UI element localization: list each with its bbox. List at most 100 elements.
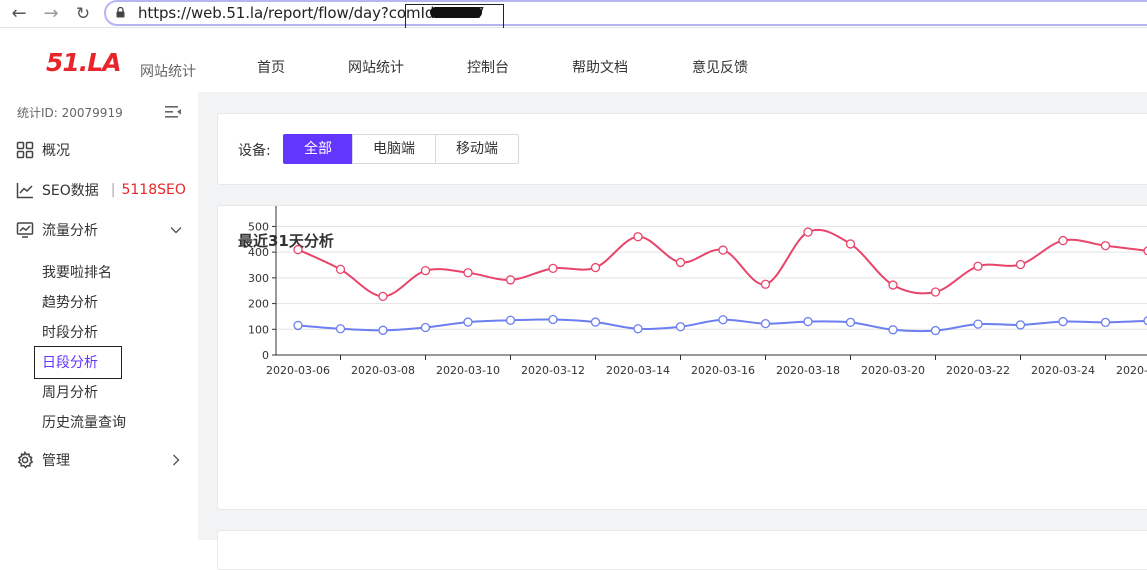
annotation-box-daily [34, 346, 122, 379]
line-chart-icon [16, 181, 34, 199]
collapse-menu-icon[interactable] [164, 104, 182, 120]
x-tick-label: 2020-03-26 [1116, 364, 1147, 377]
reload-icon[interactable]: ↻ [72, 3, 94, 25]
data-point-series-1 [718, 245, 728, 255]
data-point-series-2 [548, 314, 558, 325]
x-tick-label: 2020-03-20 [861, 364, 925, 377]
sidebar-item-overview[interactable]: 概况 [16, 138, 70, 162]
data-point-series-2 [420, 322, 431, 333]
sidebar-item-traffic[interactable]: 流量分析 [16, 218, 98, 242]
sidebar: 统计ID: 20079919 概况 SEO数据 | 5118SEO 流量分析 我… [0, 92, 198, 540]
lock-icon [116, 7, 125, 18]
data-point-series-1 [675, 257, 686, 268]
sidebar-item-manage[interactable]: 管理 [16, 448, 70, 472]
data-point-series-2 [1058, 316, 1068, 327]
sidebar-item-seo[interactable]: SEO数据 | 5118SEO [16, 178, 186, 202]
data-point-series-1 [335, 264, 346, 275]
y-tick-label: 200 [248, 298, 269, 311]
data-point-series-1 [378, 291, 388, 302]
y-tick-label: 300 [248, 272, 269, 285]
y-tick-label: 0 [262, 349, 269, 362]
data-point-series-1 [1100, 241, 1111, 251]
data-point-series-1 [505, 275, 516, 285]
data-point-series-2 [293, 320, 303, 331]
data-point-series-2 [803, 316, 813, 327]
seo-5118-link[interactable]: 5118SEO [121, 182, 185, 198]
separator: | [110, 182, 116, 198]
data-point-series-1 [803, 227, 813, 237]
device-filter-card: 设备: 全部 电脑端 移动端 [217, 113, 1147, 185]
sidebar-item-label: SEO数据 [42, 183, 99, 199]
data-point-series-1 [973, 261, 983, 271]
site-header: 51.LA 网站统计 首页 网站统计 控制台 帮助文档 意见反馈 [0, 28, 1147, 92]
device-label: 设备: [238, 143, 271, 159]
device-option-desktop[interactable]: 电脑端 [352, 134, 436, 164]
gear-icon [16, 451, 34, 469]
site-id: 统计ID: 20079919 [17, 106, 123, 120]
x-tick-label: 2020-03-10 [436, 364, 500, 377]
data-point-series-2 [973, 319, 983, 329]
data-point-series-2 [675, 322, 686, 332]
device-option-mobile[interactable]: 移动端 [435, 134, 519, 164]
topnav-console[interactable]: 控制台 [467, 57, 509, 77]
device-option-all[interactable]: 全部 [283, 134, 353, 164]
data-point-series-2 [463, 317, 473, 327]
x-tick-label: 2020-03-12 [521, 364, 585, 377]
next-card [217, 530, 1147, 570]
grid-icon [16, 141, 34, 159]
sub-item-ranking[interactable]: 我要啦排名 [42, 262, 112, 282]
sidebar-item-label: 流量分析 [42, 223, 98, 239]
data-point-series-2 [378, 325, 388, 335]
data-point-series-1 [930, 287, 941, 297]
main-content: 设备: 全部 电脑端 移动端 最近31天分析 01002003004005006… [198, 92, 1147, 570]
data-point-series-1 [633, 232, 643, 242]
monitor-chart-icon [16, 221, 34, 239]
data-point-series-1 [1058, 235, 1068, 246]
sub-item-hourly[interactable]: 时段分析 [42, 322, 98, 342]
sidebar-item-label: 概况 [42, 143, 70, 159]
y-tick-label: 100 [248, 323, 269, 336]
data-point-series-1 [548, 263, 558, 273]
sub-item-trend[interactable]: 趋势分析 [42, 292, 98, 312]
data-point-series-2 [590, 317, 601, 327]
chevron-right-icon[interactable] [170, 454, 182, 466]
data-point-series-2 [505, 315, 516, 325]
x-tick-label: 2020-03-24 [1031, 364, 1095, 377]
topnav-site-stats[interactable]: 网站统计 [348, 57, 404, 77]
topnav-feedback[interactable]: 意见反馈 [692, 57, 748, 77]
data-point-series-1 [845, 239, 856, 249]
line-chart: 01002003004005006007002020-03-062020-03-… [248, 206, 1147, 377]
chart-card: 最近31天分析 01002003004005006007002020-03-06… [217, 205, 1147, 510]
browser-address-bar: ← → ↻ https://web.51.la/report/flow/day?… [0, 0, 1147, 28]
data-point-series-2 [930, 325, 941, 336]
data-point-series-2 [1100, 317, 1111, 327]
forward-arrow-icon[interactable]: → [40, 3, 62, 25]
device-segmented-control: 全部 电脑端 移动端 [283, 134, 519, 164]
y-tick-label: 600 [248, 206, 269, 208]
x-tick-label: 2020-03-06 [266, 364, 330, 377]
back-arrow-icon[interactable]: ← [8, 3, 30, 25]
data-point-series-2 [718, 315, 728, 325]
data-point-series-2 [888, 325, 898, 335]
sub-item-weekly-monthly[interactable]: 周月分析 [42, 382, 98, 402]
logo-subtitle: 网站统计 [140, 64, 196, 80]
x-tick-label: 2020-03-14 [606, 364, 670, 377]
data-point-series-1 [760, 279, 771, 289]
data-point-series-1 [463, 268, 473, 278]
logo[interactable]: 51.LA [46, 50, 122, 76]
data-point-series-2 [760, 318, 771, 329]
data-point-series-1 [293, 244, 303, 255]
data-point-series-1 [420, 266, 431, 276]
data-point-series-2 [633, 324, 643, 334]
data-point-series-2 [335, 324, 346, 334]
x-tick-label: 2020-03-16 [691, 364, 755, 377]
y-tick-label: 400 [248, 246, 269, 259]
data-point-series-1 [590, 262, 601, 273]
chevron-down-icon[interactable] [170, 224, 182, 236]
x-tick-label: 2020-03-08 [351, 364, 415, 377]
topnav-help-docs[interactable]: 帮助文档 [572, 57, 628, 77]
data-point-series-2 [1015, 320, 1026, 330]
sub-item-history[interactable]: 历史流量查询 [42, 412, 126, 432]
topnav-home[interactable]: 首页 [257, 57, 285, 77]
x-tick-label: 2020-03-22 [946, 364, 1010, 377]
